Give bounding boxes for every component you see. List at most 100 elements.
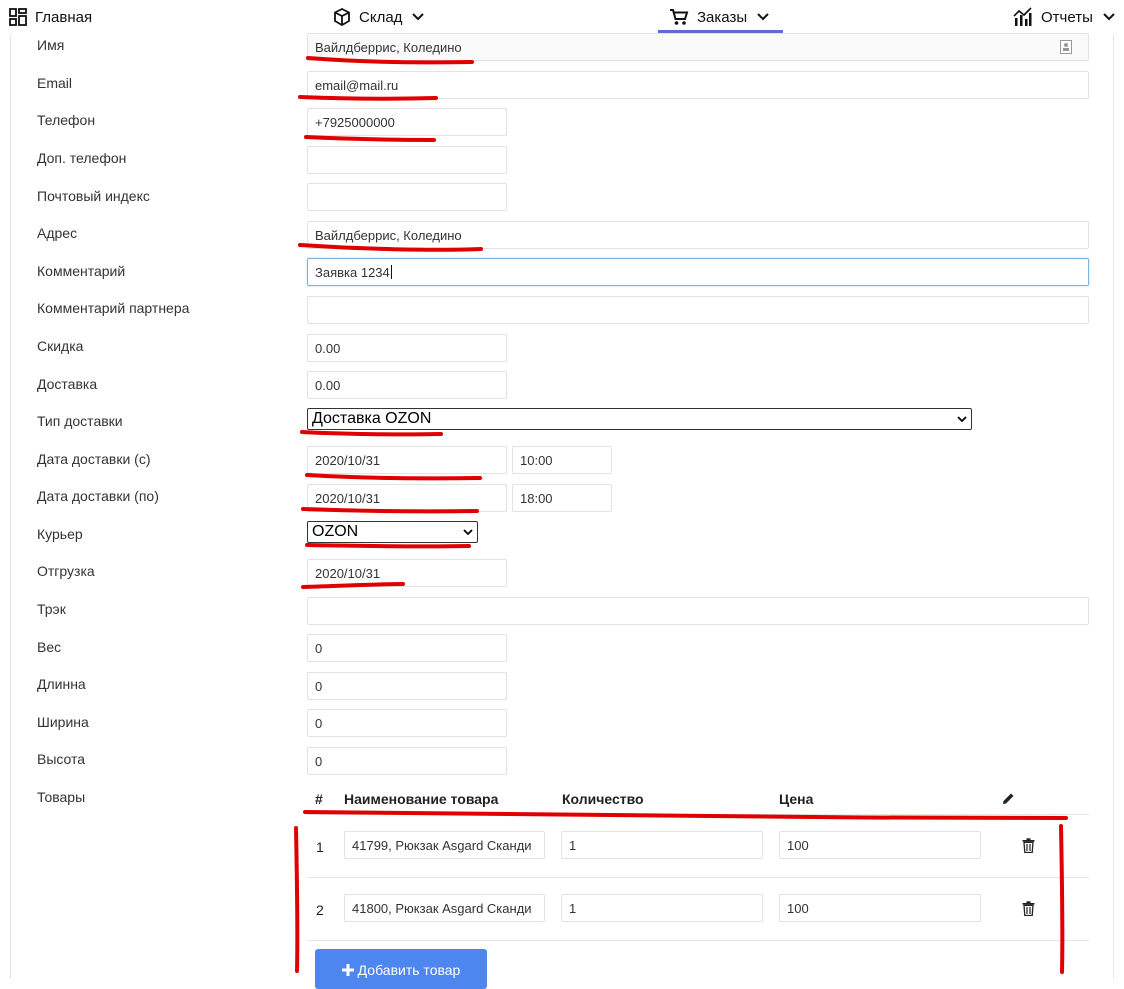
weight-input[interactable]: 0 [307,634,507,662]
partner-comment-input[interactable] [307,296,1089,324]
delivery-to-date-value: 2020/10/31 [315,490,381,506]
shipment-date-input[interactable]: 2020/10/31 [307,559,507,587]
delivery-to-label: Дата доставки (по) [37,488,159,504]
table-row-divider [307,940,1089,941]
weight-value: 0 [315,640,323,656]
track-input[interactable] [307,597,1089,625]
name-value: Вайлдберрис, Коледино [315,39,462,55]
discount-value: 0.00 [315,340,341,356]
column-header-name: Наименование товара [344,791,499,807]
name-label: Имя [37,37,65,53]
delivery-input[interactable]: 0.00 [307,371,507,399]
shipment-label: Отгрузка [37,563,95,579]
row-1-qty-input[interactable]: 1 [561,831,763,859]
nav-reports-label: Отчеты [1041,8,1093,26]
length-value: 0 [315,678,323,694]
address-input[interactable]: Вайлдберрис, Коледино [307,221,1089,249]
height-input[interactable]: 0 [307,747,507,775]
chevron-down-icon [412,13,425,21]
row-2-price-input[interactable]: 100 [779,894,981,922]
table-header-divider [307,814,1089,815]
address-value: Вайлдберрис, Коледино [315,227,462,243]
height-value: 0 [315,753,323,769]
grid-icon [9,8,27,26]
column-header-qty: Количество [562,791,644,807]
box-icon [334,8,350,26]
weight-label: Вес [37,639,62,655]
chevron-down-icon [1103,13,1115,21]
nav-orders-label: Заказы [697,8,748,26]
alt-phone-input[interactable] [307,146,507,174]
trash-icon[interactable] [1022,838,1035,853]
phone-input[interactable]: +7925000000 [307,108,507,136]
height-label: Высота [37,751,86,767]
delivery-from-time-input[interactable]: 10:00 [512,446,612,474]
text-cursor [390,265,392,279]
email-label: Email [37,75,73,91]
nav-home-label: Главная [35,8,93,26]
chevron-down-icon [957,415,967,422]
width-label: Ширина [37,714,89,730]
cart-icon [670,9,689,25]
delivery-to-date-input[interactable]: 2020/10/31 [307,484,507,512]
alt-phone-label: Доп. телефон [37,150,127,166]
delivery-from-date-value: 2020/10/31 [315,452,381,468]
email-input[interactable]: email@mail.ru [307,71,1089,99]
add-product-label: Добавить товар [357,962,461,978]
courier-label: Курьер [37,526,83,542]
delivery-from-date-input[interactable]: 2020/10/31 [307,446,507,474]
add-product-button[interactable]: Добавить товар [315,949,487,989]
goods-label: Товары [37,789,86,805]
row-2-num: 2 [316,902,324,918]
row-2-qty-value: 1 [569,900,577,916]
delivery-to-time-input[interactable]: 18:00 [512,484,612,512]
nav-reports[interactable]: Отчеты [1013,0,1115,34]
delivery-label: Доставка [37,376,98,392]
width-input[interactable]: 0 [307,709,507,737]
row-1-price-value: 100 [787,837,809,853]
chevron-down-icon [757,13,769,21]
zip-input[interactable] [307,183,507,211]
delivery-value: 0.00 [315,377,341,393]
track-label: Трэк [37,601,66,617]
shipment-value: 2020/10/31 [315,565,381,581]
length-input[interactable]: 0 [307,672,507,700]
nav-warehouse-label: Склад [359,8,403,26]
chevron-down-icon [463,528,473,535]
discount-input[interactable]: 0.00 [307,334,507,362]
name-input[interactable]: Вайлдберрис, Коледино [307,33,1089,61]
address-label: Адрес [37,225,78,241]
row-2-name-value: 41800, Рюкзак Asgard Сканди [352,900,532,916]
delivery-to-time-value: 18:00 [520,490,553,506]
pencil-icon[interactable] [1002,792,1015,805]
nav-orders[interactable]: Заказы [669,0,769,34]
column-header-num: # [315,791,323,807]
length-label: Длинна [37,676,86,692]
row-1-qty-value: 1 [569,837,577,853]
email-value: email@mail.ru [315,77,399,93]
courier-select[interactable]: OZON [307,521,478,543]
zip-label: Почтовый индекс [37,188,150,204]
comment-value: Заявка 1234 [315,264,390,280]
row-1-price-input[interactable]: 100 [779,831,981,859]
plus-icon [341,964,354,976]
nav-home[interactable]: Главная [9,0,92,34]
chart-icon [1013,7,1032,26]
table-row-divider [307,877,1089,878]
comment-input[interactable]: Заявка 1234 [307,258,1089,286]
column-header-price: Цена [779,791,814,807]
row-2-name-input[interactable]: 41800, Рюкзак Asgard Сканди [344,894,545,922]
partner-comment-label: Комментарий партнера [37,300,190,316]
row-1-name-value: 41799, Рюкзак Asgard Сканди [352,837,532,853]
delivery-type-label: Тип доставки [37,413,123,429]
row-2-qty-input[interactable]: 1 [561,894,763,922]
top-navigation: Главная Склад Заказы Отчеты [0,0,1124,34]
width-value: 0 [315,715,323,731]
contact-card-icon[interactable] [1060,40,1072,54]
row-1-name-input[interactable]: 41799, Рюкзак Asgard Сканди [344,831,545,859]
delivery-type-select[interactable]: Доставка OZON [307,408,972,430]
nav-warehouse[interactable]: Склад [333,0,425,34]
courier-value: OZON [312,523,359,540]
delivery-from-label: Дата доставки (с) [37,451,151,467]
trash-icon[interactable] [1022,901,1035,916]
